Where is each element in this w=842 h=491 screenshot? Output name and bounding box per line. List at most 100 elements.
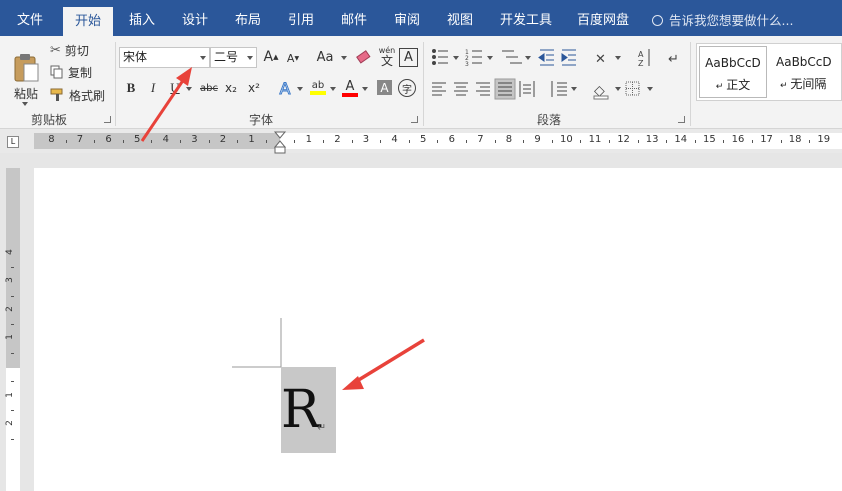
style-no-spacing-name: ↵ 无间隔 [780,77,827,91]
font-color-button[interactable]: A [342,78,358,98]
ruler-tick [494,140,496,143]
style-no-spacing[interactable]: AaBbCcD⁠ ↵ 无间隔 [771,46,842,98]
line-spacing-dropdown-icon[interactable] [571,87,577,91]
paste-dropdown-icon[interactable] [22,102,28,106]
bullets-icon[interactable] [432,49,449,65]
ruler-number: 1 [305,134,312,145]
font-color-dropdown-icon[interactable] [362,87,368,91]
tab-selector-icon[interactable]: L [7,136,19,148]
font-color-icon: A [345,78,355,94]
tab-review[interactable]: 审阅 [394,0,420,36]
ruler-number: 2 [219,134,227,145]
ruler-tick [780,140,782,143]
change-case-button[interactable]: Aa [312,47,338,67]
tab-design[interactable]: 设计 [182,0,208,36]
highlight-button[interactable]: ab [309,78,327,98]
sort-icon[interactable]: AZ [638,49,650,68]
decrease-indent-icon[interactable] [538,49,554,66]
underline-dropdown-icon[interactable] [186,87,192,91]
tab-file[interactable]: 文件 [17,0,43,36]
vertical-ruler-tick [11,438,14,440]
justify-button-bg[interactable] [494,78,516,100]
phonetic-guide-button[interactable]: wén 文 [377,45,397,69]
cut-button[interactable]: ✂ 剪切 [50,41,89,59]
clear-formatting-button[interactable] [355,47,373,67]
numbering-icon[interactable]: 123 [465,49,482,68]
borders-dropdown-icon[interactable] [647,87,653,91]
paragraph-dialog-launcher[interactable] [678,116,685,123]
tab-references[interactable]: 引用 [288,0,314,36]
document-page[interactable] [34,168,842,491]
text-effects-button[interactable]: A [276,78,294,98]
shrink-font-button[interactable]: A ▼ [285,49,301,67]
grow-font-icon: A [263,49,274,65]
shading-icon[interactable]: ◇ [593,83,609,100]
style-normal-name: ↵ 正文 [715,78,751,92]
ruler-tick [523,140,525,143]
group-separator [423,42,424,126]
tab-baidu-netdisk[interactable]: 百度网盘 [577,0,629,36]
highlight-dropdown-icon[interactable] [330,87,336,91]
clipboard-dialog-launcher[interactable] [104,116,111,123]
show-hide-marks-icon[interactable]: ↵ [668,52,679,67]
format-painter-button[interactable]: 格式刷 [50,86,105,104]
chinese-layout-icon[interactable]: ✕ [595,52,606,67]
ruler-tick [580,140,582,143]
style-normal[interactable]: AaBbCcD⁠ ↵ 正文 [699,46,767,98]
font-size-dropdown-icon[interactable] [247,56,253,60]
align-left-icon[interactable] [432,82,446,96]
font-dialog-launcher[interactable] [411,116,418,123]
vertical-ruler-number: 4 [4,248,15,255]
scissors-icon: ✂ [50,42,61,58]
borders-icon[interactable] [625,81,640,96]
underline-icon: U [170,80,180,95]
font-name-dropdown-icon[interactable] [200,56,206,60]
bullets-dropdown-icon[interactable] [453,56,459,60]
distributed-icon[interactable] [519,81,535,97]
ruler-tick [465,140,467,143]
increase-indent-icon[interactable] [561,49,576,66]
multilevel-list-icon[interactable] [502,50,522,64]
bold-button[interactable]: B [124,79,138,97]
copy-icon [50,65,63,79]
copy-button[interactable]: 复制 [50,63,92,81]
tell-me-search[interactable]: 告诉我您想要做什么... [652,0,793,36]
tab-developer[interactable]: 开发工具 [500,0,552,36]
text-effects-dropdown-icon[interactable] [297,87,303,91]
enclose-characters-button[interactable]: 字 [398,79,416,97]
tab-home[interactable]: 开始 [63,7,114,36]
character-border-button[interactable]: A [399,48,418,67]
italic-button[interactable]: I [146,79,160,97]
group-separator [690,42,691,126]
strikethrough-button[interactable]: abc [199,79,219,97]
numbering-dropdown-icon[interactable] [487,56,493,60]
ruler-tick [94,140,96,143]
line-spacing-icon[interactable] [551,81,567,97]
tab-layout[interactable]: 布局 [235,0,261,36]
tab-mailings[interactable]: 邮件 [341,0,367,36]
selected-character[interactable]: R [281,367,336,453]
character-shading-icon: A [380,80,389,95]
character-shading-button[interactable]: A [377,80,392,95]
svg-text:3: 3 [465,61,469,68]
grow-font-button[interactable]: A ▲ [263,47,279,67]
change-case-dropdown-icon[interactable] [341,56,347,60]
chinese-layout-dropdown-icon[interactable] [615,56,621,60]
format-painter-label: 格式刷 [69,88,106,103]
group-separator [115,42,116,126]
shading-dropdown-icon[interactable] [615,87,621,91]
tab-view[interactable]: 视图 [447,0,473,36]
italic-icon: I [150,80,156,95]
tab-insert[interactable]: 插入 [129,0,155,36]
align-center-icon[interactable] [454,82,468,96]
font-name-combo[interactable]: 宋体 [119,47,210,68]
align-right-icon[interactable] [476,82,490,96]
svg-text:Z: Z [638,59,644,68]
superscript-button[interactable]: x² [245,79,263,97]
indent-markers-icon[interactable] [273,129,287,155]
multilevel-dropdown-icon[interactable] [525,56,531,60]
ruler-number: 12 [617,134,630,145]
subscript-button[interactable]: x₂ [222,79,240,97]
underline-button[interactable]: U [168,79,182,97]
ruler-number: 17 [760,134,773,145]
